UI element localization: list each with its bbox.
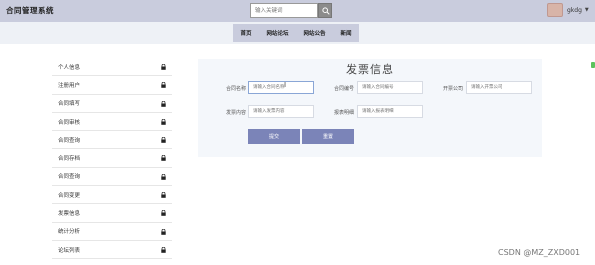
sidebar-item[interactable]: 合同查询 <box>52 168 172 187</box>
contract-name-input[interactable] <box>248 81 314 94</box>
sidebar-item[interactable]: 发票信息 <box>52 204 172 223</box>
lock-icon <box>161 118 166 125</box>
chevron-down-icon: ▼ <box>584 7 589 13</box>
nav-item-home[interactable]: 首页 <box>240 29 251 37</box>
sidebar-item[interactable]: 合同查询 <box>52 131 172 150</box>
lock-icon <box>161 192 166 198</box>
sidebar-item-label: 合同存档 <box>58 156 81 163</box>
submit-button[interactable]: 提交 <box>248 129 300 144</box>
sidebar-item-label: 合同变更 <box>58 192 81 199</box>
sidebar-item[interactable]: 合同变更 <box>52 186 172 205</box>
scroll-indicator[interactable] <box>591 62 595 68</box>
field-label-invoice-content: 发票内容 <box>226 110 247 116</box>
field-label-contract-name: 合同名称 <box>226 86 247 92</box>
nav-item-notice[interactable]: 网站公告 <box>303 29 325 37</box>
form-title: 发票信息 <box>346 63 394 76</box>
sidebar: 个人信息 注册用户 合同填写 合同审核 合同查询 合同存档 合同查询 合同变更 … <box>52 58 172 260</box>
sidebar-item-label: 合同填写 <box>58 101 81 108</box>
text-cursor-icon: I <box>284 81 287 89</box>
user-menu[interactable]: gkdg ▼ <box>547 2 589 18</box>
report-details-input[interactable] <box>357 105 423 118</box>
top-bar: 合同管理系统 gkdg ▼ <box>0 0 595 22</box>
search-button[interactable] <box>318 3 332 18</box>
invoice-content-input[interactable] <box>248 105 314 118</box>
reset-button[interactable]: 重置 <box>302 129 354 144</box>
field-label-invoice-company: 开票公司 <box>443 86 464 92</box>
main-nav: 首页 网站论坛 网站公告 新闻 <box>233 24 359 42</box>
sidebar-item[interactable]: 合同填写 <box>52 95 172 113</box>
lock-icon <box>161 155 166 162</box>
field-label-contract-number: 合同编号 <box>334 86 355 92</box>
sidebar-item[interactable]: 个人信息 <box>52 58 172 77</box>
sidebar-item-label: 论坛列表 <box>58 247 81 254</box>
sidebar-item-label: 合同查询 <box>58 137 81 144</box>
app-title: 合同管理系统 <box>6 6 54 15</box>
sidebar-item-label: 发票信息 <box>58 211 81 218</box>
sidebar-item[interactable]: 注册用户 <box>52 76 172 95</box>
avatar <box>547 3 563 17</box>
lock-icon <box>161 137 166 143</box>
sidebar-item[interactable]: 合同审核 <box>52 113 172 132</box>
field-label-report-details: 报表明细 <box>334 110 355 116</box>
lock-icon <box>161 100 166 107</box>
sidebar-item-label: 合同查询 <box>58 174 81 181</box>
username: gkdg <box>567 6 582 14</box>
sidebar-item[interactable]: 统计分析 <box>52 223 172 241</box>
search-icon <box>322 7 330 15</box>
search-input[interactable] <box>250 3 318 18</box>
sidebar-item[interactable]: 论坛列表 <box>52 241 172 260</box>
lock-icon <box>161 64 166 70</box>
contract-number-input[interactable] <box>357 81 423 94</box>
search-box <box>250 3 332 18</box>
lock-icon <box>161 246 166 253</box>
sidebar-item-label: 合同审核 <box>58 119 81 126</box>
sidebar-item-label: 注册用户 <box>58 82 81 89</box>
lock-icon <box>161 210 166 217</box>
watermark: CSDN @MZ_ZXD001 <box>498 248 581 257</box>
lock-icon <box>161 82 166 89</box>
nav-item-news[interactable]: 新闻 <box>340 29 351 37</box>
sidebar-item[interactable]: 合同存档 <box>52 149 172 168</box>
nav-item-forum[interactable]: 网站论坛 <box>266 29 288 37</box>
lock-icon <box>161 173 166 180</box>
sidebar-item-label: 统计分析 <box>58 229 81 236</box>
sidebar-item-label: 个人信息 <box>58 64 81 71</box>
lock-icon <box>161 228 166 235</box>
invoice-company-input[interactable] <box>466 81 532 94</box>
